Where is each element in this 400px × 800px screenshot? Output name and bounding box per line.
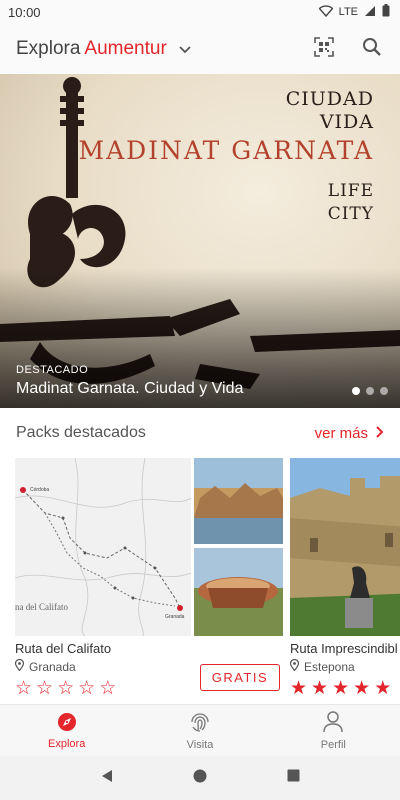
recents-button[interactable] (281, 766, 305, 790)
app-bar: Explora Aumentur (0, 24, 400, 74)
nav-visita-label: Visita (186, 738, 214, 751)
home-circle-icon (193, 769, 207, 788)
compass-icon (57, 712, 77, 735)
map-label-cordoba: Córdoba (30, 487, 49, 493)
search-button[interactable] (360, 37, 384, 61)
qr-code-icon (314, 36, 334, 62)
star-filled-icon[interactable]: ★ (332, 679, 349, 698)
brand-accent: Aumentur (84, 38, 167, 59)
pack-name: Ruta del Califato (15, 641, 112, 656)
pack-location-name: Estepona (304, 659, 355, 674)
location-pin-icon (15, 658, 25, 674)
price-button[interactable]: GRATIS (200, 664, 280, 691)
pack-location: Estepona (289, 658, 400, 674)
back-triangle-icon (100, 769, 114, 788)
map-label-granada: Granada (165, 614, 185, 620)
carousel-dot-1[interactable] (352, 387, 360, 395)
hero-art-text-main: MADINAT GARNATA (78, 136, 374, 165)
star-outline-icon[interactable]: ☆ (99, 679, 116, 698)
home-button[interactable] (188, 766, 212, 790)
pack-name: Ruta Imprescindibl (290, 641, 398, 656)
nav-explora-label: Explora (48, 737, 86, 750)
carousel-dot-2[interactable] (366, 387, 374, 395)
status-bar: 10:00 LTE (0, 0, 400, 24)
fingerprint-icon (189, 711, 211, 736)
network-type: LTE (338, 6, 358, 18)
carousel-dot-3[interactable] (380, 387, 388, 395)
search-icon (362, 37, 382, 62)
chevron-down-icon (179, 38, 191, 60)
star-filled-icon[interactable]: ★ (353, 679, 370, 698)
pack-image: Córdoba Granada na del Califato (15, 458, 283, 636)
nav-visita[interactable]: Visita (133, 705, 266, 756)
star-outline-icon[interactable]: ☆ (15, 679, 32, 698)
star-filled-icon[interactable]: ★ (311, 679, 328, 698)
featured-title: Madinat Garnata. Ciudad y Vida (16, 380, 244, 397)
packs-carousel[interactable]: Córdoba Granada na del Califato Ruta del… (15, 458, 400, 698)
brand-prefix: Explora (16, 38, 81, 59)
status-icons: LTE (318, 4, 390, 20)
wifi-icon (318, 4, 334, 20)
region-selector[interactable]: Explora Aumentur (16, 38, 191, 60)
recents-square-icon (287, 769, 300, 787)
section-title: Packs destacados (16, 424, 146, 441)
route-map-image: Córdoba Granada na del Califato (15, 458, 283, 636)
pack-image (290, 458, 400, 636)
featured-badge: DESTACADO (16, 364, 89, 376)
star-outline-icon[interactable]: ☆ (78, 679, 95, 698)
rating-stars[interactable]: ★ ★ ★ ★ ★ (290, 679, 400, 698)
pack-location-name: Granada (29, 659, 76, 674)
hero-art-text-top: CIUDAD VIDA (285, 88, 374, 133)
chevron-right-icon (376, 425, 384, 442)
nav-explora[interactable]: Explora (0, 705, 133, 756)
star-filled-icon[interactable]: ★ (290, 679, 307, 698)
signal-icon (364, 5, 376, 20)
featured-banner[interactable]: CIUDAD VIDA MADINAT GARNATA LIFE CITY DE… (0, 74, 400, 408)
nav-perfil[interactable]: Perfil (267, 705, 400, 756)
status-time: 10:00 (8, 4, 41, 20)
back-button[interactable] (95, 766, 119, 790)
bottom-navigation: Explora Visita Perfil (0, 704, 400, 756)
castle-photo (290, 458, 400, 636)
star-outline-icon[interactable]: ☆ (57, 679, 74, 698)
star-filled-icon[interactable]: ★ (374, 679, 391, 698)
map-title-text: na del Califato (15, 602, 68, 612)
see-more-label: ver más (314, 424, 368, 442)
pack-card[interactable]: Córdoba Granada na del Califato Ruta del… (15, 458, 283, 698)
carousel-indicator (352, 387, 388, 395)
star-outline-icon[interactable]: ☆ (36, 679, 53, 698)
system-navigation-bar (0, 756, 400, 800)
person-icon (323, 710, 344, 736)
location-pin-icon (289, 658, 300, 674)
packs-section-header: Packs destacados ver más (0, 420, 400, 446)
see-more-link[interactable]: ver más (315, 425, 384, 442)
pack-card[interactable]: Ruta Imprescindibl Estepona ★ ★ ★ ★ ★ (289, 458, 400, 698)
qr-scan-button[interactable] (312, 36, 336, 62)
nav-perfil-label: Perfil (320, 738, 346, 751)
battery-icon (382, 4, 390, 20)
hero-art-text-bottom: LIFE CITY (327, 181, 374, 224)
